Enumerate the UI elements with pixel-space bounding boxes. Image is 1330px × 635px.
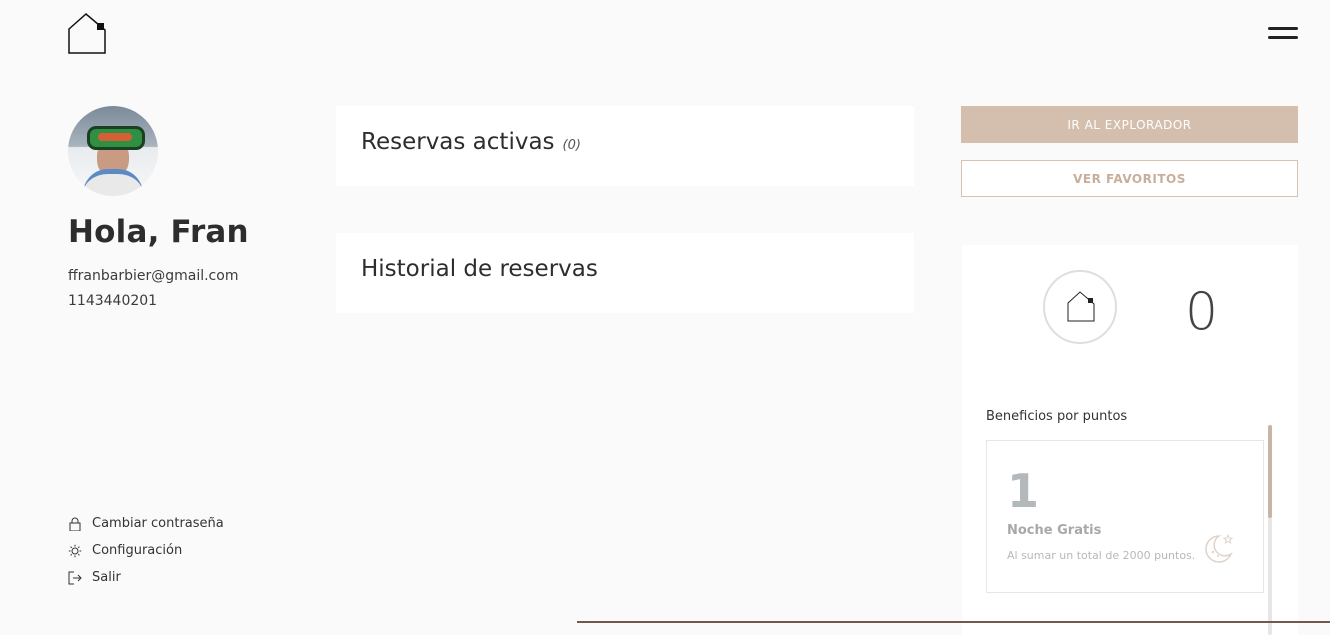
- active-reservations-title: Reservas activas: [361, 129, 555, 155]
- settings-link[interactable]: Configuración: [68, 537, 224, 564]
- sidebar-link-label: Salir: [92, 570, 121, 585]
- lock-icon: [68, 517, 82, 531]
- logout-link[interactable]: Salir: [68, 564, 224, 591]
- home-logo-icon[interactable]: [68, 13, 106, 55]
- house-icon: [1067, 291, 1095, 322]
- hamburger-bar: [1268, 27, 1298, 30]
- sidebar-link-label: Cambiar contraseña: [92, 516, 224, 531]
- benefit-number: 1: [1007, 464, 1040, 518]
- benefit-description: Al sumar un total de 2000 puntos.: [1007, 549, 1196, 562]
- avatar: [68, 106, 158, 196]
- hamburger-bar: [1268, 36, 1298, 39]
- active-reservations-count: (0): [562, 138, 581, 153]
- benefits-scroll-thumb[interactable]: [1268, 425, 1272, 518]
- sidebar-link-label: Configuración: [92, 543, 183, 558]
- points-card: 0 Beneficios por puntos 1 Noche Gratis A…: [962, 245, 1298, 635]
- avatar-jacket: [83, 169, 143, 196]
- explorer-button[interactable]: IR AL EXPLORADOR: [961, 106, 1298, 143]
- moon-stars-icon: [1205, 533, 1234, 563]
- panel-title: Reservas activas (0): [361, 129, 581, 155]
- benefits-label: Beneficios por puntos: [986, 409, 1128, 424]
- gear-icon: [68, 544, 82, 558]
- menu-button[interactable]: [1268, 27, 1298, 45]
- active-reservations-panel[interactable]: Reservas activas (0): [336, 106, 914, 186]
- reservation-history-panel[interactable]: Historial de reservas: [336, 233, 914, 313]
- benefit-name: Noche Gratis: [1007, 523, 1102, 538]
- greeting: Hola, Fran: [68, 214, 249, 250]
- user-email: ffranbarbier@gmail.com: [68, 268, 239, 284]
- user-phone: 1143440201: [68, 293, 158, 309]
- avatar-goggles: [87, 126, 145, 150]
- change-password-link[interactable]: Cambiar contraseña: [68, 510, 224, 537]
- logout-icon: [68, 571, 82, 585]
- points-value: 0: [1185, 282, 1219, 342]
- points-badge: [1043, 270, 1117, 344]
- account-links: Cambiar contraseña Configuración Salir: [68, 510, 224, 591]
- reservation-history-title: Historial de reservas: [361, 256, 598, 282]
- favorites-button[interactable]: VER FAVORITOS: [961, 160, 1298, 197]
- benefit-card[interactable]: 1 Noche Gratis Al sumar un total de 2000…: [986, 440, 1264, 593]
